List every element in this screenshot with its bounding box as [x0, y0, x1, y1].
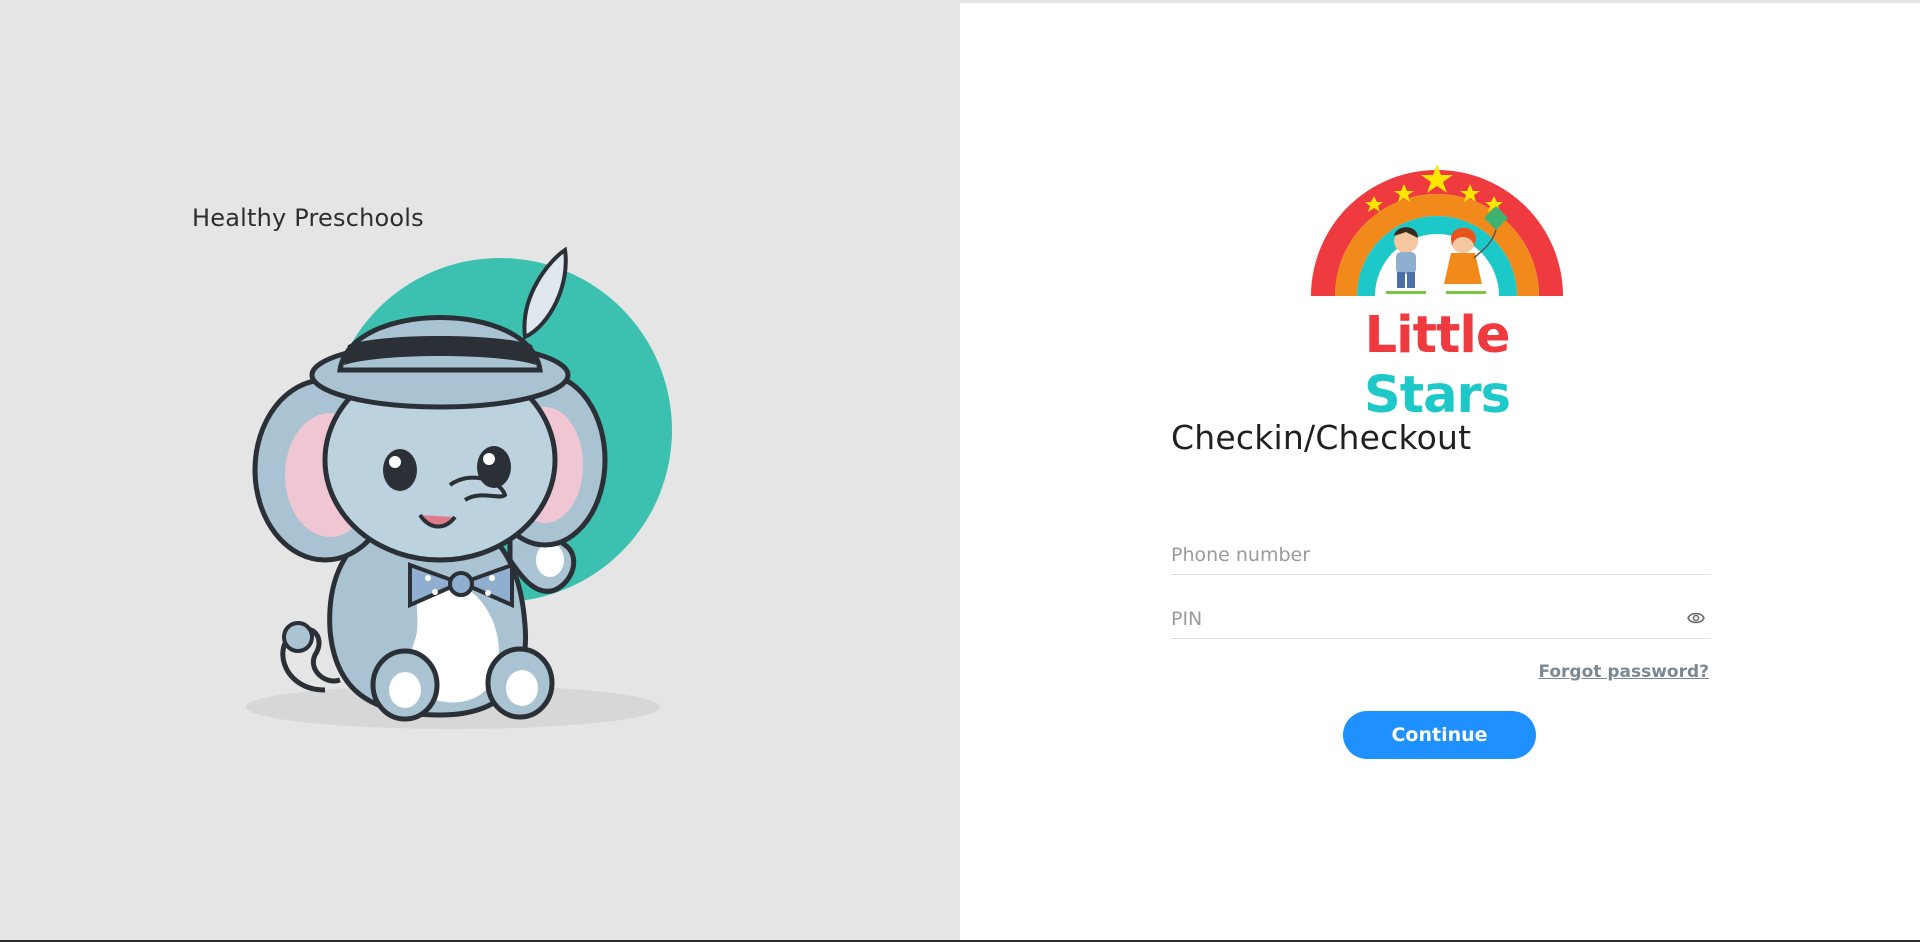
logo-word-stars: Stars: [1363, 366, 1511, 425]
continue-button[interactable]: Continue: [1343, 711, 1536, 759]
phone-number-input[interactable]: [1171, 538, 1671, 572]
pin-input[interactable]: [1171, 602, 1671, 636]
form-title: Checkin/Checkout: [1171, 418, 1472, 457]
pin-field: [1171, 602, 1711, 639]
right-panel: [960, 3, 1920, 940]
forgot-password-link[interactable]: Forgot password?: [1538, 662, 1709, 682]
elephant-mascot-illustration: [230, 245, 690, 735]
eye-icon[interactable]: [1687, 610, 1705, 624]
brand-text: Healthy Preschools: [192, 204, 424, 232]
logo-word-little: Little: [1364, 306, 1511, 365]
phone-field: [1171, 538, 1711, 575]
logo-wordmark: Little Stars: [1306, 306, 1568, 426]
